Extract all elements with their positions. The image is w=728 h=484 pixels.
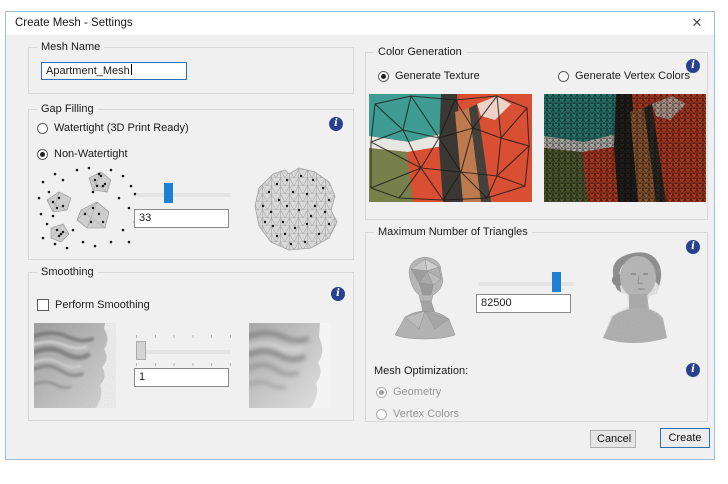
radio-generate-texture-circle (378, 70, 389, 82)
titlebar: Create Mesh - Settings ✕ (6, 12, 714, 35)
dialog-title: Create Mesh - Settings (15, 17, 133, 29)
perform-smoothing-checkbox[interactable]: Perform Smoothing (37, 298, 150, 312)
texture-preview-image (369, 94, 532, 202)
radio-vertex-colors-label: Vertex Colors (393, 408, 460, 420)
radio-generate-vertex-colors-label: Generate Vertex Colors (575, 70, 690, 82)
radio-geometry-circle (376, 386, 387, 398)
radio-watertight-label: Watertight (3D Print Ready) (54, 122, 189, 134)
close-icon[interactable]: ✕ (682, 12, 712, 34)
mesh-optimization-info-icon[interactable]: i (686, 363, 700, 377)
max-triangles-group-label: Maximum Number of Triangles (374, 226, 532, 238)
radio-geometry-label: Geometry (393, 386, 442, 398)
color-generation-group-label: Color Generation (374, 46, 466, 58)
smoothing-info-icon[interactable]: i (331, 287, 345, 301)
radio-non-watertight-circle (37, 148, 48, 160)
gap-filling-info-icon[interactable]: i (329, 117, 343, 131)
radio-generate-texture-label: Generate Texture (395, 70, 480, 82)
gap-filling-slider-track[interactable] (136, 193, 231, 197)
create-mesh-settings-dialog: Create Mesh - Settings ✕ Mesh Name Apart… (5, 11, 715, 460)
max-triangles-slider-thumb[interactable] (552, 272, 561, 292)
gap-filling-value: 33 (139, 212, 152, 224)
max-triangles-group: Maximum Number of Triangles i 82500 Mesh… (365, 226, 708, 422)
perform-smoothing-box (37, 299, 49, 311)
smoothing-group: Smoothing i Perform Smoothing 1 (28, 266, 354, 421)
smoothing-slider-ticks-bottom (136, 363, 231, 366)
mesh-name-group-label: Mesh Name (37, 41, 105, 53)
smoothing-before-image (34, 323, 116, 408)
detailed-bust-image (603, 252, 667, 343)
radio-generate-vertex-colors-circle (558, 70, 569, 82)
max-triangles-value-input[interactable]: 82500 (476, 294, 571, 313)
vertex-colors-preview-image (544, 94, 706, 202)
create-button[interactable]: Create (660, 428, 710, 448)
text-caret (130, 64, 132, 75)
low-poly-bust-image (394, 256, 456, 340)
gap-filling-group-label: Gap Filling (37, 103, 98, 115)
radio-vertex-colors-circle (376, 408, 387, 420)
gap-filling-after-image (254, 167, 338, 251)
radio-watertight[interactable]: Watertight (3D Print Ready) (37, 121, 189, 135)
mesh-name-value: Apartment_Mesh (46, 65, 130, 77)
perform-smoothing-label: Perform Smoothing (55, 299, 150, 311)
radio-vertex-colors: Vertex Colors (376, 407, 459, 421)
max-triangles-value: 82500 (481, 297, 512, 309)
smoothing-after-image (249, 323, 331, 408)
gap-filling-before-image (37, 166, 137, 250)
max-triangles-info-icon[interactable]: i (686, 240, 700, 254)
smoothing-slider-ticks-top (136, 335, 231, 338)
cancel-button[interactable]: Cancel (590, 430, 636, 448)
radio-generate-texture[interactable]: Generate Texture (378, 69, 480, 83)
smoothing-value-input[interactable]: 1 (134, 368, 229, 387)
radio-non-watertight-label: Non-Watertight (54, 148, 128, 160)
smoothing-slider-thumb[interactable] (136, 341, 146, 360)
gap-filling-slider-thumb[interactable] (164, 183, 173, 203)
mesh-name-group: Mesh Name Apartment_Mesh (28, 41, 354, 94)
smoothing-group-label: Smoothing (37, 266, 98, 278)
radio-geometry: Geometry (376, 385, 441, 399)
radio-generate-vertex-colors[interactable]: Generate Vertex Colors (558, 69, 690, 83)
radio-non-watertight[interactable]: Non-Watertight (37, 147, 128, 161)
mesh-optimization-label: Mesh Optimization: (374, 365, 469, 377)
smoothing-slider-track[interactable] (136, 350, 231, 354)
radio-watertight-circle (37, 122, 48, 134)
mesh-name-input[interactable]: Apartment_Mesh (41, 62, 187, 80)
smoothing-value: 1 (139, 371, 146, 383)
color-generation-group: Color Generation i Generate Texture Gene… (365, 46, 708, 220)
gap-filling-value-input[interactable]: 33 (134, 209, 229, 228)
gap-filling-group: Gap Filling i Watertight (3D Print Ready… (28, 103, 354, 260)
